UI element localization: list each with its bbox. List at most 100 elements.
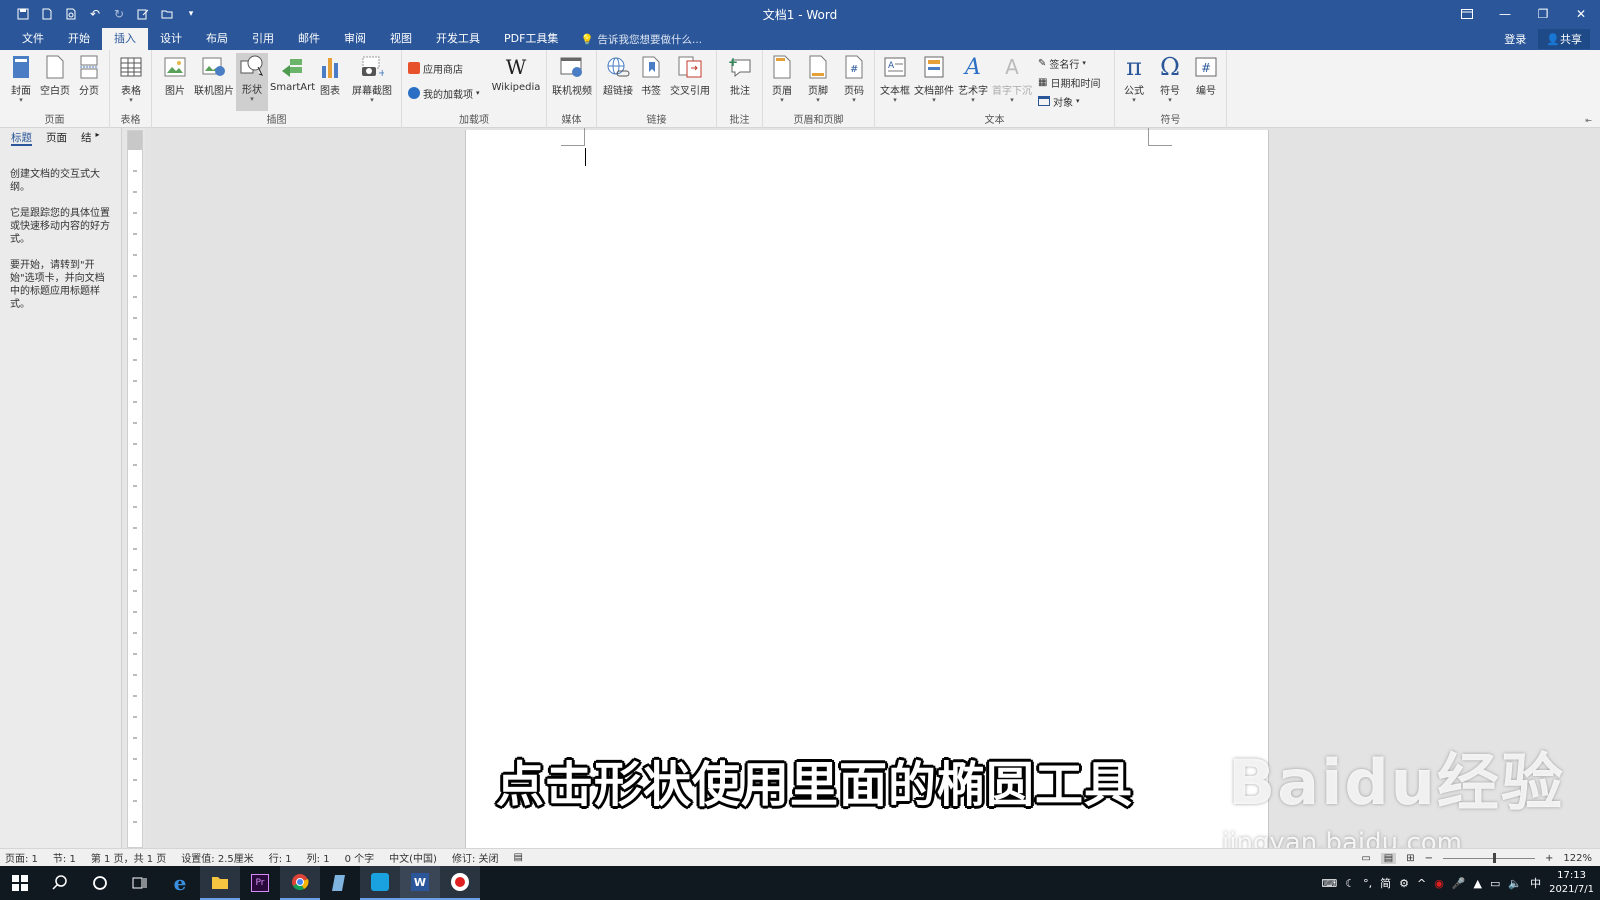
clock[interactable]: 17:13 2021/7/1 (1549, 869, 1594, 897)
microphone-icon[interactable]: 🎤 (1452, 877, 1466, 890)
read-mode-icon[interactable]: ▭ (1361, 853, 1370, 864)
ime-settings-icon[interactable]: ⚙ (1399, 877, 1409, 890)
store-button[interactable]: 应用商店 (408, 59, 463, 77)
drop-cap-button[interactable]: A 首字下沉 ▾ (991, 54, 1033, 104)
status-section[interactable]: 节: 1 (53, 850, 76, 865)
header-button[interactable]: 页眉 ▾ (765, 54, 799, 104)
tab-home[interactable]: 开始 (56, 28, 102, 50)
tab-review[interactable]: 审阅 (332, 28, 378, 50)
ribbon-display-icon[interactable] (1448, 0, 1486, 28)
online-picture-button[interactable]: 联机图片 (192, 54, 236, 97)
notes-icon[interactable] (320, 866, 360, 900)
start-icon[interactable] (0, 866, 40, 900)
cortana-icon[interactable] (80, 866, 120, 900)
taskview-icon[interactable] (120, 866, 160, 900)
textbox-button[interactable]: A 文本框 ▾ (877, 54, 913, 104)
nav-tab-results[interactable]: 结 (81, 130, 92, 146)
print-layout-icon[interactable]: ▤ (1380, 852, 1397, 864)
comment-button[interactable]: + 批注 (721, 54, 759, 97)
status-line[interactable]: 行: 1 (269, 850, 292, 865)
customize-icon[interactable]: ▾ (182, 5, 200, 23)
footer-button[interactable]: 页脚 ▾ (801, 54, 835, 104)
numbering-button[interactable]: # 编号 (1189, 54, 1223, 97)
zoom-slider[interactable] (1443, 852, 1536, 863)
print-preview-icon[interactable] (62, 5, 80, 23)
zoom-out-icon[interactable]: − (1425, 853, 1433, 864)
tell-me-box[interactable]: 💡 告诉我您想要做什么... (580, 28, 702, 50)
cross-reference-button[interactable]: 交叉引用 (667, 54, 713, 97)
ime-mode[interactable]: 简 (1380, 875, 1391, 891)
zoom-in-icon[interactable]: + (1545, 853, 1553, 864)
minimize-icon[interactable]: — (1486, 0, 1524, 28)
share-button[interactable]: 👤共享 (1538, 29, 1590, 49)
symbol-button[interactable]: Ω 符号 ▾ (1153, 53, 1187, 104)
status-position[interactable]: 设置值: 2.5厘米 (181, 850, 253, 865)
network-icon[interactable]: ▭ (1490, 877, 1500, 890)
close-icon[interactable]: ✕ (1562, 0, 1600, 28)
new-doc-icon[interactable] (38, 5, 56, 23)
tab-developer[interactable]: 开发工具 (424, 28, 492, 50)
vertical-ruler[interactable] (127, 130, 143, 848)
signature-line-button[interactable]: ✎ 签名行 ▾ (1038, 54, 1086, 72)
object-button[interactable]: 对象 ▾ (1038, 92, 1080, 110)
tab-view[interactable]: 视图 (378, 28, 424, 50)
zoom-level[interactable]: 122% (1563, 853, 1592, 864)
recorder-icon[interactable] (440, 866, 480, 900)
quick-parts-button[interactable]: 文档部件 ▾ (913, 54, 955, 104)
collapse-ribbon-icon[interactable]: ⇤ (1585, 116, 1592, 125)
word-icon[interactable]: W (400, 866, 440, 900)
tab-mailings[interactable]: 邮件 (286, 28, 332, 50)
save-icon[interactable] (14, 5, 32, 23)
document-page[interactable] (465, 128, 1269, 848)
status-column[interactable]: 列: 1 (307, 850, 330, 865)
wordart-button[interactable]: A 艺术字 ▾ (955, 54, 991, 104)
volume-icon[interactable]: 🔈 (1508, 877, 1522, 890)
status-page-count[interactable]: 第 1 页，共 1 页 (91, 850, 166, 865)
equation-button[interactable]: π 公式 ▾ (1117, 53, 1151, 104)
bookmark-button[interactable]: 书签 (635, 54, 667, 97)
status-page[interactable]: 页面: 1 (5, 850, 38, 865)
undo-icon[interactable]: ↶ (86, 5, 104, 23)
redo-icon[interactable]: ↻ (110, 5, 128, 23)
screenshot-button[interactable]: + 屏幕截图 ▾ (348, 54, 396, 104)
restore-icon[interactable]: ❐ (1524, 0, 1562, 28)
record-tray-icon[interactable]: ◉ (1434, 877, 1444, 890)
tab-file[interactable]: 文件 (10, 28, 56, 50)
table-button[interactable]: 表格 ▾ (112, 54, 150, 104)
picture-button[interactable]: 图片 (156, 54, 194, 97)
chrome-icon[interactable] (280, 866, 320, 900)
search-icon[interactable] (40, 866, 80, 900)
moon-icon[interactable]: ☾ (1345, 877, 1355, 890)
tab-insert[interactable]: 插入 (102, 28, 148, 50)
tab-design[interactable]: 设计 (148, 28, 194, 50)
tab-layout[interactable]: 布局 (194, 28, 240, 50)
blank-page-button[interactable]: 空白页 (36, 54, 74, 97)
nav-scroll-right-icon[interactable]: ▸ (96, 130, 100, 146)
open-icon[interactable] (158, 5, 176, 23)
punctuation-icon[interactable]: °, (1363, 877, 1372, 890)
status-track-changes[interactable]: 修订: 关闭 (452, 850, 499, 865)
smartart-button[interactable]: SmartArt (270, 54, 315, 93)
web-layout-icon[interactable]: ⊞ (1406, 853, 1414, 864)
page-break-button[interactable]: 分页 (70, 54, 108, 97)
login-link[interactable]: 登录 (1504, 31, 1526, 47)
nav-tab-pages[interactable]: 页面 (46, 130, 67, 146)
wikipedia-button[interactable]: W Wikipedia (490, 54, 542, 93)
app-icon[interactable] (360, 866, 400, 900)
edit-icon[interactable] (134, 5, 152, 23)
page-number-button[interactable]: # 页码 ▾ (837, 54, 871, 104)
tab-references[interactable]: 引用 (240, 28, 286, 50)
hyperlink-button[interactable]: 超链接 (599, 54, 637, 97)
cover-page-button[interactable]: 封面 ▾ (2, 54, 40, 104)
chart-button[interactable]: 图表 (314, 54, 346, 97)
macro-record-icon[interactable]: ▤ (514, 852, 523, 863)
my-addins-button[interactable]: 我的加载项 ▾ (408, 84, 480, 102)
zoom-thumb[interactable] (1493, 852, 1497, 863)
status-word-count[interactable]: 0 个字 (345, 850, 375, 865)
status-language[interactable]: 中文(中国) (389, 850, 437, 865)
tray-app-icon[interactable]: ▲ (1474, 877, 1482, 890)
nav-tab-headings[interactable]: 标题 (11, 130, 32, 146)
online-video-button[interactable]: 联机视频 (550, 54, 594, 97)
premiere-icon[interactable]: Pr (240, 866, 280, 900)
input-language[interactable]: 中 (1530, 875, 1541, 891)
